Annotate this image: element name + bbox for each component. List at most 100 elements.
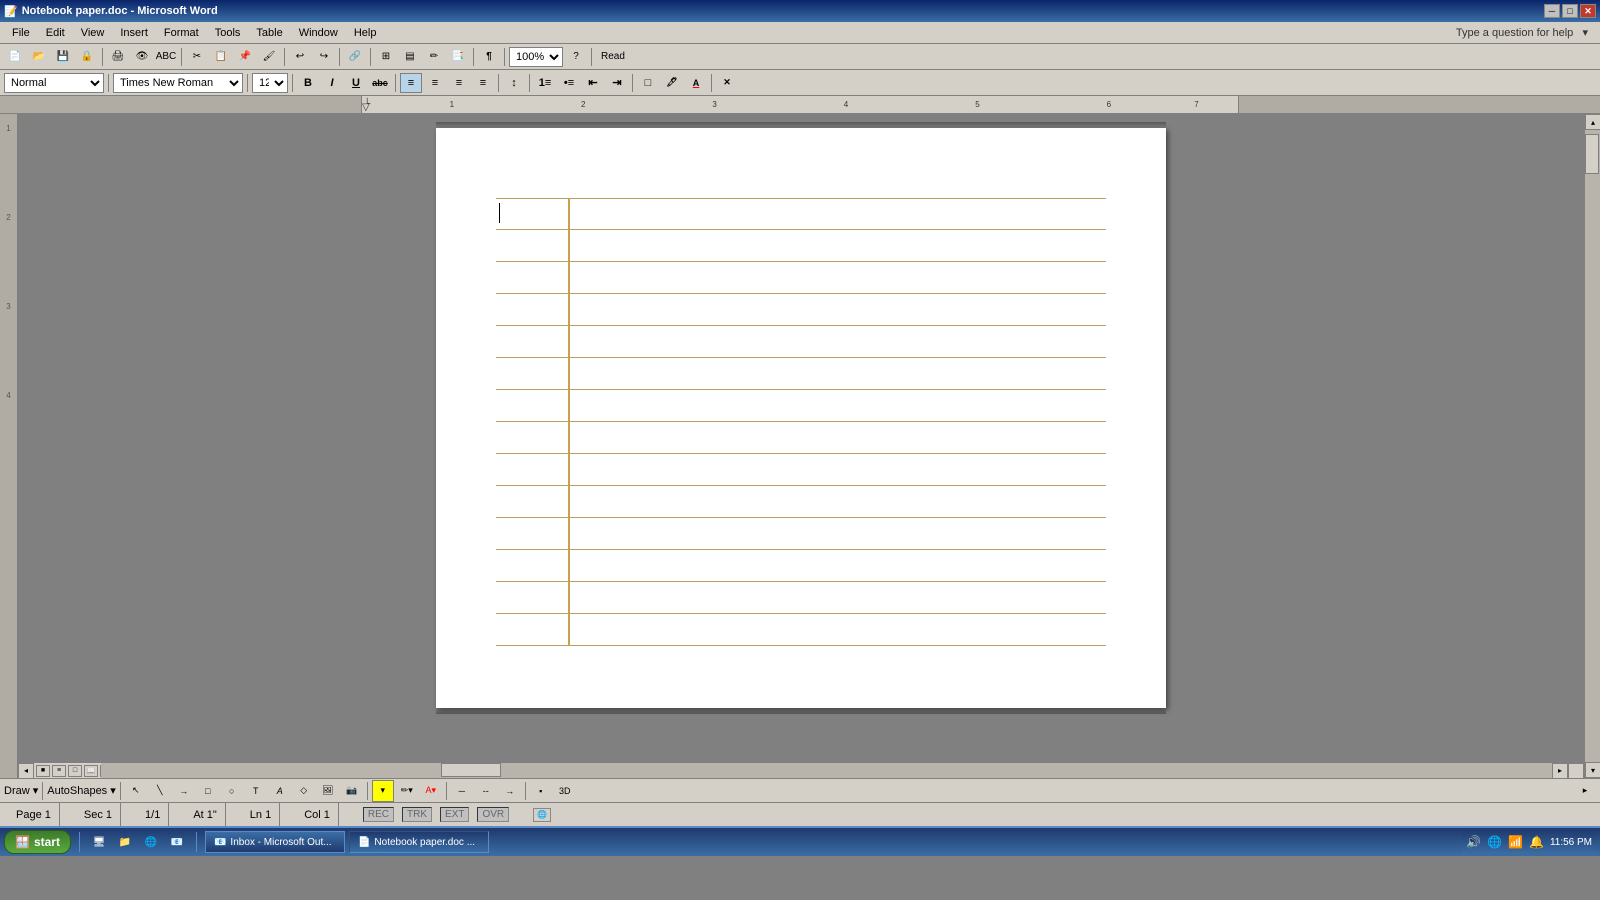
menu-help[interactable]: Help <box>346 22 385 43</box>
font-select[interactable]: Times New Roman <box>113 73 243 93</box>
tray-icon-3[interactable]: 📶 <box>1508 835 1523 849</box>
outline-view-btn[interactable]: ≡ <box>52 765 66 777</box>
fill-color-btn[interactable]: ▾ <box>372 780 394 802</box>
paper-line-3[interactable] <box>496 262 1106 294</box>
columns-button[interactable]: ▤ <box>399 46 421 68</box>
outside-border-button[interactable]: □ <box>637 73 659 93</box>
save-button[interactable]: 💾 <box>52 46 74 68</box>
left-indent-marker[interactable]: ▽ <box>362 102 370 113</box>
paper-line-11[interactable] <box>496 518 1106 550</box>
reading-view-btn[interactable]: 📖 <box>84 765 98 777</box>
right-arrow-btn[interactable]: ▸ <box>1574 780 1596 802</box>
increase-indent-button[interactable]: ⇥ <box>606 73 628 93</box>
menu-window[interactable]: Window <box>291 22 346 43</box>
decrease-indent-button[interactable]: ⇤ <box>582 73 604 93</box>
extra-btn[interactable]: ✕ <box>716 73 738 93</box>
new-button[interactable]: 📄 <box>4 46 26 68</box>
show-hide-button[interactable]: ¶ <box>478 46 500 68</box>
taskbar-item-word[interactable]: 📄 Notebook paper.doc ... <box>349 831 489 853</box>
clipart-btn[interactable]: 🖼 <box>317 780 339 802</box>
font-color-button[interactable]: A <box>685 73 707 93</box>
v-scroll-up-btn[interactable]: ▴ <box>1585 114 1600 130</box>
drawing-button[interactable]: ✏ <box>423 46 445 68</box>
format-painter[interactable]: 🖌 <box>258 46 280 68</box>
hyperlink-button[interactable]: 🔗 <box>344 46 366 68</box>
menu-table[interactable]: Table <box>248 22 290 43</box>
menu-tools[interactable]: Tools <box>207 22 249 43</box>
paper-line-1[interactable] <box>496 198 1106 230</box>
image-btn[interactable]: 📷 <box>341 780 363 802</box>
oval-btn[interactable]: ○ <box>221 780 243 802</box>
taskbar-quick-4[interactable]: 📧 <box>166 831 188 853</box>
paste-button[interactable]: 📌 <box>234 46 256 68</box>
menu-format[interactable]: Format <box>156 22 207 43</box>
size-select[interactable]: 12 <box>252 73 288 93</box>
ovr-indicator[interactable]: OVR <box>477 807 509 822</box>
font-color-btn2[interactable]: A▾ <box>420 780 442 802</box>
paper-line-5[interactable] <box>496 326 1106 358</box>
3d-btn[interactable]: 3D <box>554 780 576 802</box>
strikethrough-button[interactable]: abc <box>369 73 391 93</box>
highlight-button[interactable]: 🖊 <box>661 73 683 93</box>
cut-button[interactable]: ✂ <box>186 46 208 68</box>
help-search[interactable]: Type a question for help ▾ <box>1456 26 1596 39</box>
paper-line-8[interactable] <box>496 422 1106 454</box>
autoshapes-button[interactable]: AutoShapes ▾ <box>47 784 116 797</box>
lang-btn[interactable]: 🌐 <box>533 808 551 822</box>
paper-line-9[interactable] <box>496 454 1106 486</box>
start-button[interactable]: 🪟 start <box>4 830 71 854</box>
h-scroll-track[interactable] <box>101 763 1552 778</box>
shadow-btn[interactable]: ▪ <box>530 780 552 802</box>
menu-view[interactable]: View <box>73 22 113 43</box>
taskbar-quick-2[interactable]: 📁 <box>114 831 136 853</box>
menu-file[interactable]: File <box>4 22 38 43</box>
zoom-help[interactable]: ? <box>565 46 587 68</box>
arrow-btn[interactable]: → <box>173 780 195 802</box>
undo-button[interactable]: ↩ <box>289 46 311 68</box>
bold-button[interactable]: B <box>297 73 319 93</box>
print-button[interactable]: 🖨 <box>107 46 129 68</box>
paper-line-12[interactable] <box>496 550 1106 582</box>
v-scroll-track[interactable] <box>1585 130 1600 762</box>
numbering-button[interactable]: 1≡ <box>534 73 556 93</box>
spell-button[interactable]: ABC <box>155 46 177 68</box>
zoom-select[interactable]: 100% <box>509 47 563 67</box>
underline-button[interactable]: U <box>345 73 367 93</box>
v-scroll-thumb[interactable] <box>1585 134 1599 174</box>
bullets-button[interactable]: •≡ <box>558 73 580 93</box>
permission-button[interactable]: 🔒 <box>76 46 98 68</box>
line-btn[interactable]: ╲ <box>149 780 171 802</box>
paper-line-7[interactable] <box>496 390 1106 422</box>
preview-button[interactable]: 👁 <box>131 46 153 68</box>
print-view-btn[interactable]: □ <box>68 765 82 777</box>
close-button[interactable]: ✕ <box>1580 4 1596 18</box>
paper-line-14[interactable] <box>496 614 1106 646</box>
tray-icon-1[interactable]: 🔊 <box>1466 835 1481 849</box>
paper-line-13[interactable] <box>496 582 1106 614</box>
paper-line-4[interactable] <box>496 294 1106 326</box>
line-spacing-button[interactable]: ↕ <box>503 73 525 93</box>
paper-line-6[interactable] <box>496 358 1106 390</box>
align-right-button[interactable]: ≡ <box>448 73 470 93</box>
copy-button[interactable]: 📋 <box>210 46 232 68</box>
document-page[interactable] <box>436 128 1166 708</box>
align-left-button[interactable]: ≡ <box>400 73 422 93</box>
tray-icon-2[interactable]: 🌐 <box>1487 835 1502 849</box>
line-style-btn[interactable]: ─ <box>451 780 473 802</box>
maximize-button[interactable]: □ <box>1562 4 1578 18</box>
redo-button[interactable]: ↪ <box>313 46 335 68</box>
align-center-button[interactable]: ≡ <box>424 73 446 93</box>
h-scroll-left-btn[interactable]: ◂ <box>18 763 34 779</box>
italic-button[interactable]: I <box>321 73 343 93</box>
dash-style-btn[interactable]: -- <box>475 780 497 802</box>
normal-view-btn[interactable]: ■ <box>36 765 50 777</box>
rect-btn[interactable]: □ <box>197 780 219 802</box>
docmap-button[interactable]: 📑 <box>447 46 469 68</box>
v-scroll-down-btn[interactable]: ▾ <box>1585 762 1600 778</box>
line-color-btn[interactable]: ✏▾ <box>396 780 418 802</box>
minimize-button[interactable]: ─ <box>1544 4 1560 18</box>
taskbar-item-outlook[interactable]: 📧 Inbox - Microsoft Out... <box>205 831 345 853</box>
paper-line-2[interactable] <box>496 230 1106 262</box>
select-btn[interactable]: ↖ <box>125 780 147 802</box>
document-area[interactable] <box>18 114 1584 762</box>
